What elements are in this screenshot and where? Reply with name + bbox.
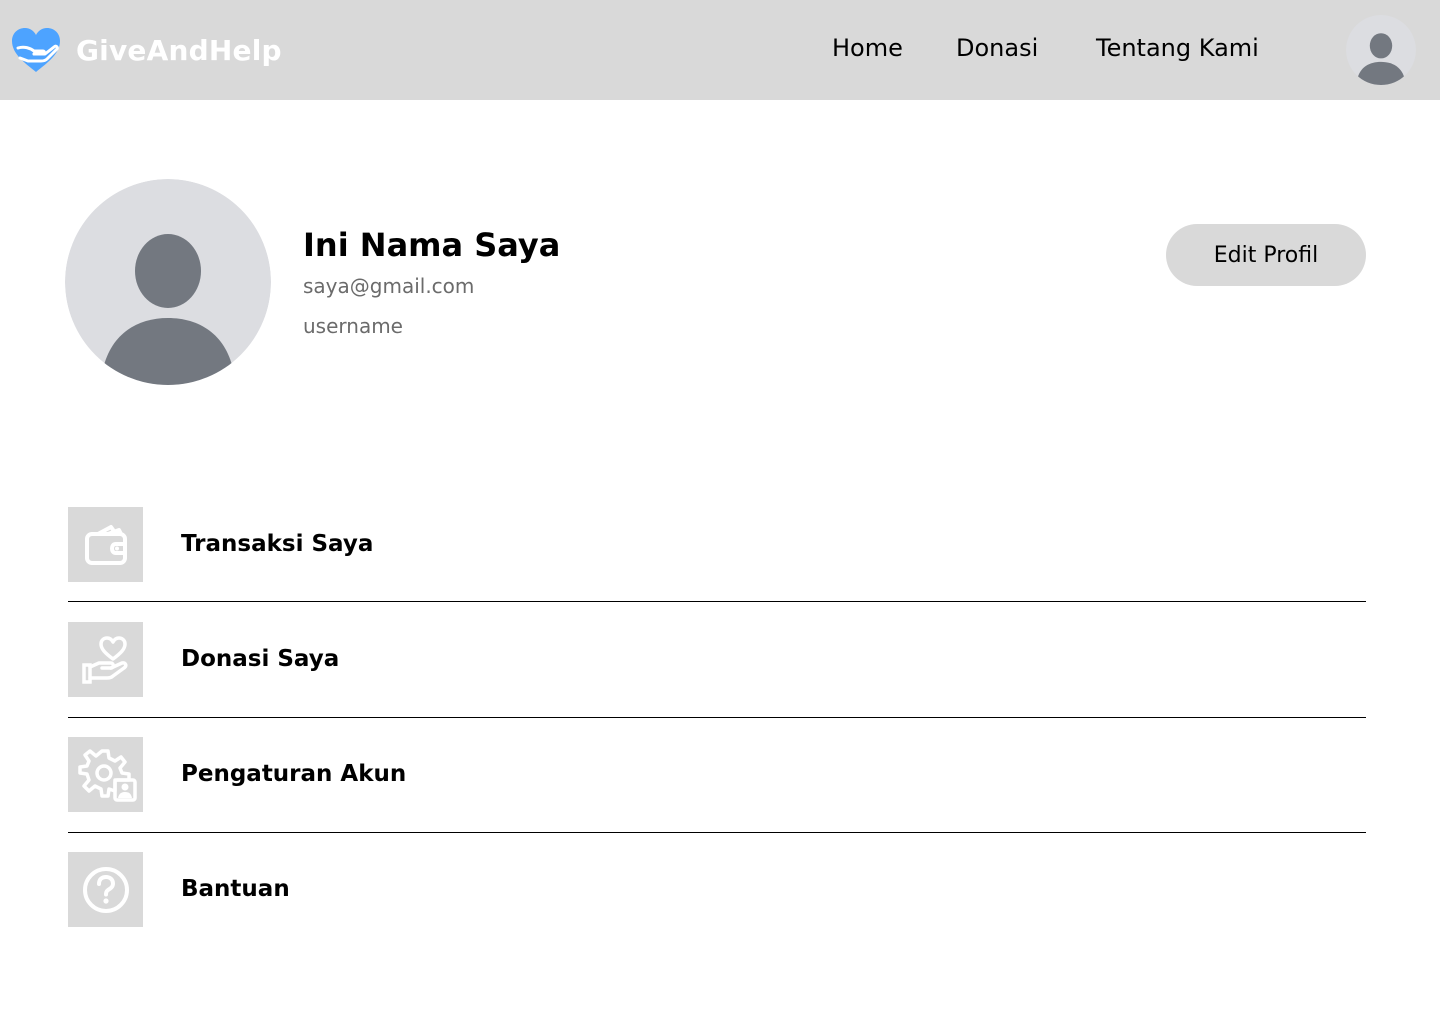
account-avatar-button[interactable]	[1346, 15, 1416, 85]
heart-hand-logo-icon	[12, 28, 60, 72]
menu-item-label: Pengaturan Akun	[181, 761, 407, 787]
hand-heart-icon	[68, 622, 143, 697]
menu-divider	[68, 601, 1366, 602]
profile-username: username	[303, 314, 403, 338]
nav-link-donasi[interactable]: Donasi	[956, 34, 1038, 62]
menu-item-label: Donasi Saya	[181, 646, 340, 672]
profile-name: Ini Nama Saya	[303, 226, 561, 264]
profile-email: saya@gmail.com	[303, 274, 475, 298]
brand-link[interactable]: GiveAndHelp	[10, 26, 282, 74]
user-avatar-icon	[65, 179, 271, 385]
nav-link-tentang-kami[interactable]: Tentang Kami	[1096, 34, 1259, 62]
nav-link-home[interactable]: Home	[832, 34, 903, 62]
gear-user-icon	[68, 737, 143, 812]
edit-profile-button[interactable]: Edit Profil	[1166, 224, 1366, 286]
menu-item-bantuan[interactable]: Bantuan	[68, 852, 1366, 927]
user-avatar-icon	[1346, 15, 1416, 85]
question-circle-icon	[68, 852, 143, 927]
top-navbar: GiveAndHelp Home Donasi Tentang Kami	[0, 0, 1440, 100]
menu-divider	[68, 832, 1366, 833]
menu-item-donasi-saya[interactable]: Donasi Saya	[68, 622, 1366, 697]
menu-divider	[68, 717, 1366, 718]
menu-item-label: Bantuan	[181, 876, 290, 902]
wallet-icon	[68, 507, 143, 582]
menu-item-pengaturan-akun[interactable]: Pengaturan Akun	[68, 737, 1366, 812]
menu-item-transaksi-saya[interactable]: Transaksi Saya	[68, 507, 1366, 582]
brand-name: GiveAndHelp	[76, 33, 282, 67]
menu-item-label: Transaksi Saya	[181, 531, 374, 557]
profile-avatar	[65, 179, 271, 385]
